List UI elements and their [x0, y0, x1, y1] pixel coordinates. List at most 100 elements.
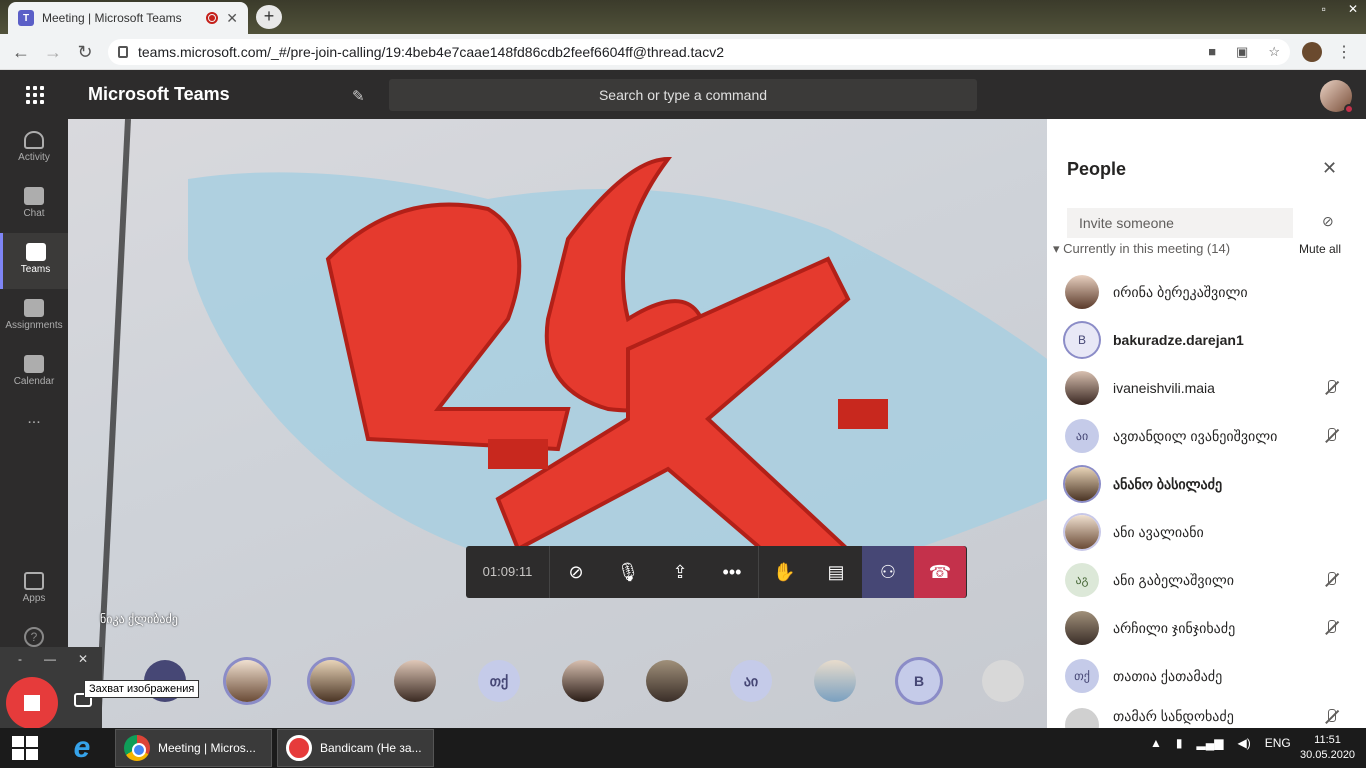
copy-link-icon[interactable]: ⊘ [1322, 213, 1334, 230]
participant-thumbnail[interactable] [562, 660, 604, 702]
participant-name: ანი ავალიანი [1113, 523, 1204, 540]
participant-name: ავთანდილ ივანეიშვილი [1113, 427, 1278, 444]
participant-thumbnail[interactable] [814, 660, 856, 702]
network-icon[interactable]: ▮ [1176, 736, 1183, 750]
taskbar-clock[interactable]: 11:51 30.05.2020 [1300, 733, 1355, 763]
volume-icon[interactable]: ◀) [1237, 736, 1250, 750]
participant-thumbnail[interactable] [226, 660, 268, 702]
calendar-icon [24, 355, 44, 373]
avatar [1065, 708, 1099, 728]
mic-button[interactable]: 🎙 [602, 546, 654, 598]
phone-hangup-icon: ☎ [928, 561, 952, 582]
help-icon[interactable]: ? [24, 627, 44, 647]
window-controls: ▫ ✕ [1322, 2, 1358, 16]
participant-thumbnail[interactable] [394, 660, 436, 702]
bandicam-close-icon[interactable]: ✕ [78, 652, 88, 666]
participant-row[interactable]: თამარ სანდოხაძე [1047, 700, 1366, 728]
bandicam-stop-button[interactable] [6, 677, 58, 729]
url-field[interactable]: teams.microsoft.com/_#/pre-join-calling/… [108, 39, 1290, 65]
new-chat-icon[interactable]: ✎ [352, 87, 365, 105]
taskbar-item-chrome[interactable]: Meeting | Micros... [115, 729, 272, 767]
call-controls-bar: 01:09:11 ⊘ 🎙 ⇪ ••• ✋ ▤ ⚇ ☎ [466, 546, 967, 598]
participant-thumbnail[interactable] [646, 660, 688, 702]
participant-name: ანი გაბელაშვილი [1113, 571, 1234, 588]
new-tab-button[interactable]: + [256, 5, 282, 29]
signal-icon[interactable]: ▂▄▆ [1197, 736, 1224, 750]
app-title: Microsoft Teams [88, 84, 230, 104]
video-stage [68, 119, 1047, 728]
translate-icon[interactable]: ▣ [1236, 44, 1248, 60]
participant-thumbnail[interactable] [310, 660, 352, 702]
more-actions-button[interactable]: ••• [706, 546, 758, 598]
participant-thumbnail[interactable]: თქ [478, 660, 520, 702]
participants-icon: ⚇ [879, 561, 897, 582]
bandicam-icon [286, 735, 312, 761]
invite-input[interactable]: Invite someone [1067, 208, 1293, 238]
close-window-icon[interactable]: ✕ [1348, 2, 1358, 16]
bandicam-restore-icon[interactable]: — [44, 652, 56, 666]
shared-video-image [95, 119, 1047, 728]
participant-name: ivaneishvili.maia [1113, 380, 1215, 396]
browser-tab[interactable]: T Meeting | Microsoft Teams ✕ [8, 2, 248, 34]
camera-off-icon: ⊘ [568, 561, 584, 582]
taskbar-item-bandicam[interactable]: Bandicam (Не за... [277, 729, 434, 767]
participant-row[interactable]: არჩილი ჯინჯიხაძე [1047, 604, 1366, 652]
rail-more-button[interactable]: ... [0, 410, 68, 466]
participant-thumbnail[interactable] [982, 660, 1024, 702]
participant-row[interactable]: ანი ავალიანი [1047, 508, 1366, 556]
bell-icon [24, 131, 44, 149]
app-launcher-icon[interactable] [26, 86, 44, 104]
participant-row[interactable]: თქ თათია ქათამაძე [1047, 652, 1366, 700]
forward-icon[interactable]: → [42, 42, 64, 62]
windows-start-icon[interactable] [12, 736, 38, 760]
search-input[interactable]: Search or type a command [389, 79, 977, 111]
bandicam-min-icon[interactable]: - [18, 652, 22, 666]
participant-row[interactable]: ირინა ბერეკაშვილი [1047, 268, 1366, 316]
star-icon[interactable]: ☆ [1268, 44, 1280, 60]
raise-hand-button[interactable]: ✋ [758, 546, 810, 598]
participant-row[interactable]: აი ავთანდილ ივანეიშვილი [1047, 412, 1366, 460]
hang-up-button[interactable]: ☎ [914, 546, 966, 598]
back-icon[interactable]: ← [10, 42, 32, 62]
mute-all-button[interactable]: Mute all [1299, 242, 1341, 256]
internet-explorer-icon[interactable]: e [66, 732, 98, 764]
close-panel-icon[interactable]: ✕ [1322, 158, 1337, 179]
show-participants-button[interactable]: ⚇ [862, 546, 914, 598]
chrome-profile-avatar[interactable] [1302, 42, 1322, 62]
rail-item-chat[interactable]: Chat [0, 177, 68, 233]
rail-item-calendar[interactable]: Calendar [0, 345, 68, 401]
rail-item-activity[interactable]: Activity [0, 121, 68, 177]
bandicam-titlebar: - — ✕ [0, 647, 102, 671]
participant-row[interactable]: ანანო ბასილაძე [1047, 460, 1366, 508]
reload-icon[interactable]: ↻ [74, 42, 96, 62]
clock-time: 11:51 [1314, 734, 1341, 746]
rail-item-apps[interactable]: Apps [0, 562, 68, 618]
participant-name: ანანო ბასილაძე [1113, 475, 1223, 492]
tray-expand-icon[interactable]: ▲ [1150, 736, 1162, 750]
camera-icon[interactable]: ■ [1208, 44, 1216, 60]
minimize-icon[interactable]: ▫ [1322, 2, 1326, 16]
chrome-menu-icon[interactable]: ⋮ [1336, 42, 1352, 62]
language-indicator[interactable]: ENG [1265, 736, 1291, 750]
chat-bubble-icon: ▤ [827, 561, 845, 582]
participant-thumbnail[interactable]: აი [730, 660, 772, 702]
rail-item-assignments[interactable]: Assignments [0, 289, 68, 345]
profile-avatar[interactable] [1320, 80, 1354, 114]
participant-row[interactable]: B bakuradze.darejan1 [1047, 316, 1366, 364]
participant-row[interactable]: აგ ანი გაბელაშვილი [1047, 556, 1366, 604]
rail-item-teams[interactable]: Teams [0, 233, 68, 289]
participant-thumbnail[interactable]: B [898, 660, 940, 702]
show-conversation-button[interactable]: ▤ [810, 546, 862, 598]
more-icon: ••• [722, 561, 742, 582]
participant-row[interactable]: ivaneishvili.maia [1047, 364, 1366, 412]
current-meeting-section[interactable]: ▾ Currently in this meeting (14) [1053, 241, 1230, 257]
stop-icon [24, 695, 40, 711]
camera-off-button[interactable]: ⊘ [550, 546, 602, 598]
clock-date: 30.05.2020 [1300, 749, 1356, 761]
panel-title: People [1067, 159, 1127, 179]
participant-name: თათია ქათამაძე [1113, 667, 1223, 684]
lock-icon [118, 46, 128, 58]
share-screen-button[interactable]: ⇪ [654, 546, 706, 598]
muted-mic-icon [1322, 708, 1340, 726]
tab-close-icon[interactable]: ✕ [226, 10, 238, 27]
